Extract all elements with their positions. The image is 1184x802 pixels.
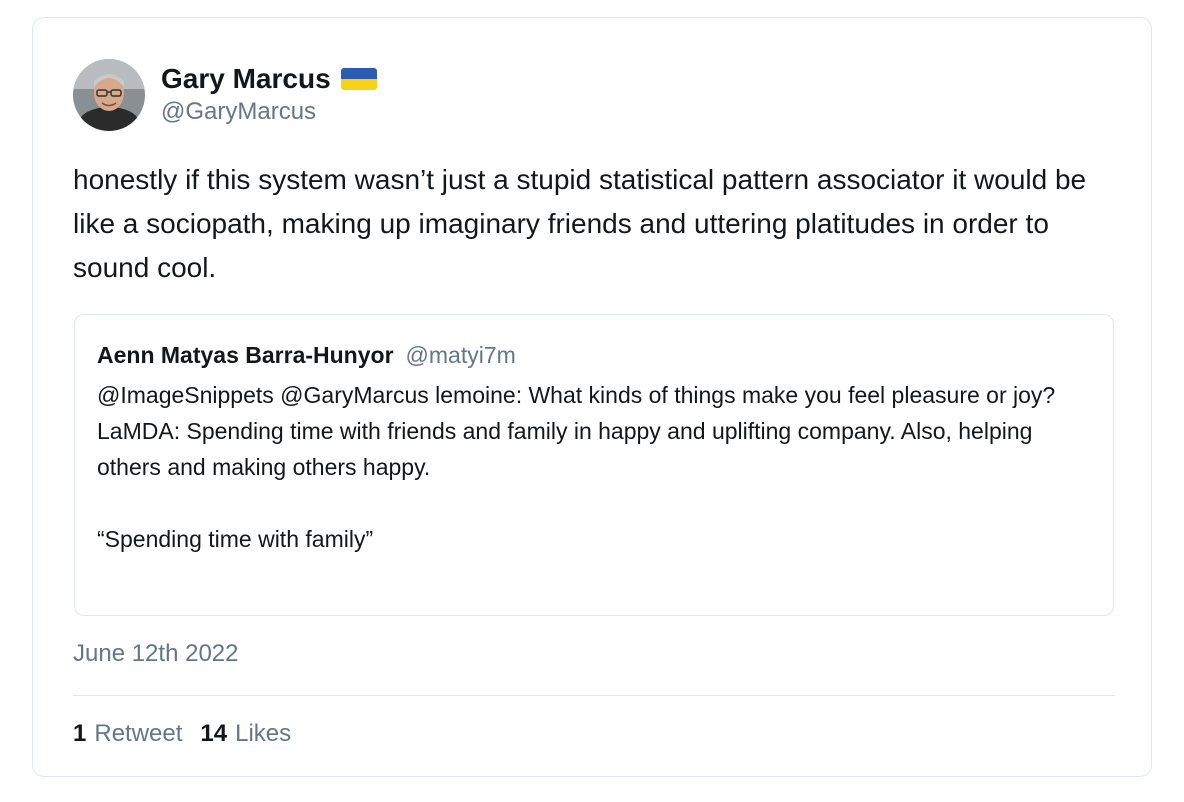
tweet-date[interactable]: June 12th 2022: [73, 638, 238, 670]
author-display-name[interactable]: Gary Marcus: [161, 62, 331, 96]
author-names: Gary Marcus @GaryMarcus: [161, 62, 377, 128]
quoted-author-handle: @matyi7m: [405, 342, 516, 368]
avatar[interactable]: [73, 59, 145, 131]
quoted-tweet-text: @ImageSnippets @GaryMarcus lemoine: What…: [97, 382, 1056, 552]
like-stat[interactable]: 14 Likes: [200, 718, 291, 750]
author-handle[interactable]: @GaryMarcus: [161, 96, 377, 128]
divider: [73, 695, 1115, 696]
retweet-count: 1: [73, 720, 87, 747]
like-count: 14: [200, 720, 228, 747]
retweet-label: Retweet: [94, 720, 183, 747]
quoted-tweet-header: Aenn Matyas Barra-Hunyor @matyi7m: [97, 339, 1091, 373]
tweet-header: Gary Marcus @GaryMarcus: [73, 58, 377, 132]
retweet-stat[interactable]: 1 Retweet: [73, 718, 182, 750]
tweet-text: honestly if this system wasn’t just a st…: [73, 164, 1094, 283]
quoted-author-name: Aenn Matyas Barra-Hunyor: [97, 342, 394, 368]
like-label: Likes: [235, 720, 292, 747]
quoted-tweet[interactable]: Aenn Matyas Barra-Hunyor @matyi7m @ImageS…: [74, 314, 1114, 616]
tweet-stats: 1 Retweet 14 Likes: [73, 718, 309, 750]
tweet-card: Gary Marcus @GaryMarcus honestly if this…: [32, 17, 1152, 777]
ukraine-flag-icon: [340, 68, 377, 90]
display-name-row: Gary Marcus: [161, 62, 377, 96]
